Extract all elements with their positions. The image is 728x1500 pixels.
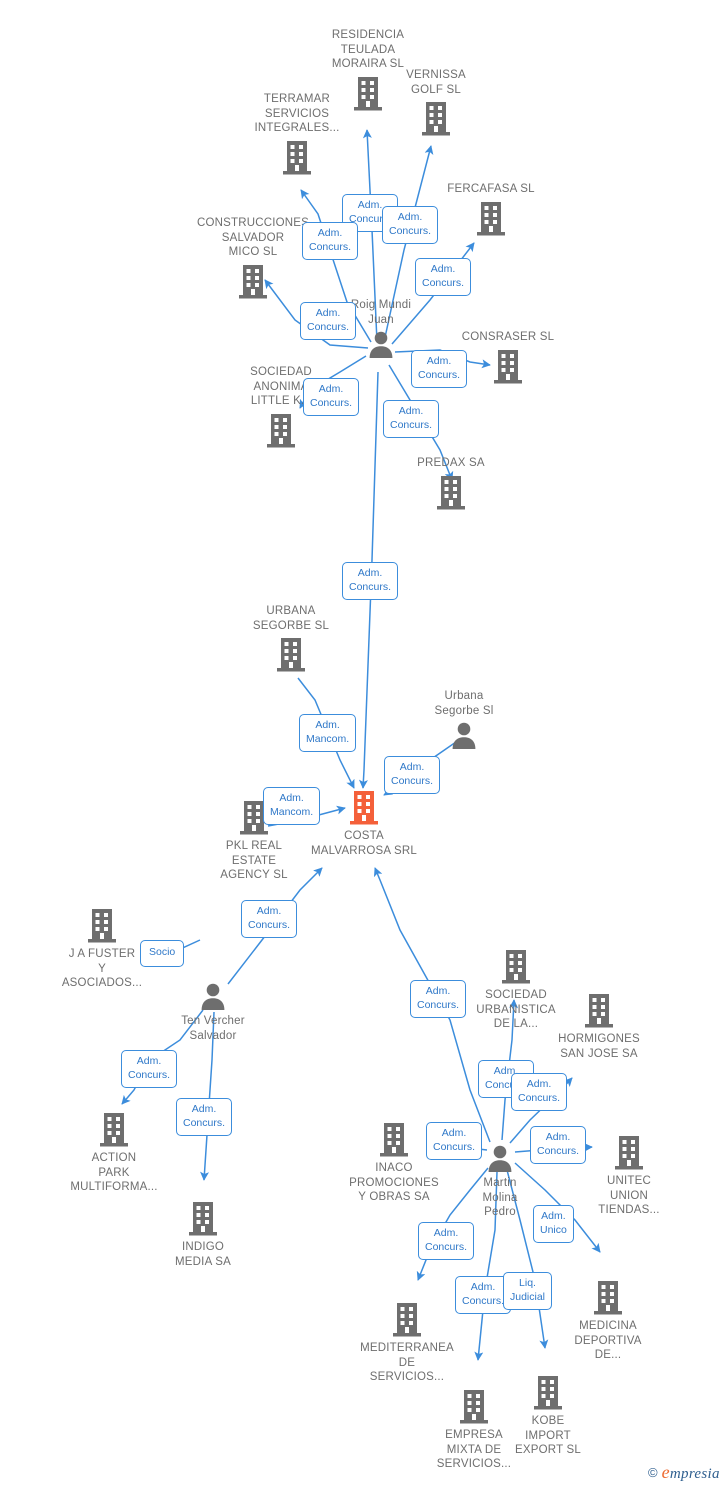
edge-label-martin-inaco[interactable]: Adm. Concurs. [426, 1122, 483, 1160]
person-icon [133, 981, 293, 1011]
edge-label-roig-vernissa[interactable]: Adm. Concurs. [382, 206, 439, 244]
node-label: MEDICINA DEPORTIVA DE... [574, 1320, 642, 1361]
node-label: TERRAMAR SERVICIOS INTEGRALES... [254, 93, 340, 134]
relationship-graph-canvas: RESIDENCIA TEULADA MORAIRA SL VERNISSA G… [0, 0, 728, 1500]
node-indigo-media-sa[interactable]: INDIGO MEDIA SA [123, 1199, 283, 1269]
node-label: Ten Vercher Salvador [181, 1015, 245, 1042]
brand-name: empresia [661, 1462, 720, 1482]
edge-label-roig-consraser[interactable]: Adm. Concurs. [411, 350, 468, 388]
node-ten-vercher-salvador[interactable]: Ten Vercher Salvador [133, 981, 293, 1043]
node-label: MEDITERRANEA DE SERVICIOS... [360, 1342, 454, 1383]
edge-label-tenvercher-action[interactable]: Adm. Concurs. [121, 1050, 178, 1088]
edge-label-roig-predax[interactable]: Adm. Concurs. [383, 400, 440, 438]
edge-label-martin-unitec[interactable]: Adm. Concurs. [530, 1126, 587, 1164]
edge-label-roig-sociedad-little[interactable]: Adm. Concurs. [303, 378, 360, 416]
node-kobe-import-export-sl[interactable]: KOBE IMPORT EXPORT SL [468, 1373, 628, 1458]
edge-label-martin-costa[interactable]: Adm. Concurs. [410, 980, 467, 1018]
node-urbana-segorbe-sl-person[interactable]: Urbana Segorbe Sl [384, 689, 544, 750]
company-building-icon [22, 906, 182, 944]
node-action-park-multiforma[interactable]: ACTION PARK MULTIFORMA... [34, 1110, 194, 1195]
node-label: HORMIGONES SAN JOSE SA [558, 1033, 640, 1060]
edge-label-roig-terramar[interactable]: Adm. Concurs. [300, 302, 357, 340]
company-building-icon [173, 262, 333, 300]
company-building-icon [468, 1373, 628, 1411]
node-label: INDIGO MEDIA SA [175, 1241, 231, 1268]
node-label: VERNISSA GOLF SL [406, 69, 466, 96]
node-label: FERCAFASA SL [447, 183, 535, 195]
watermark: © empresia [648, 1462, 720, 1483]
company-building-icon [211, 635, 371, 673]
edge-label-martin-hormigones[interactable]: Adm. Concurs. [511, 1073, 568, 1111]
edge-label-pkl-costa[interactable]: Adm. Mancom. [263, 787, 321, 825]
node-predax-sa[interactable]: PREDAX SA [371, 456, 531, 511]
edge-label-roig-costa[interactable]: Adm. Concurs. [342, 562, 399, 600]
node-vernissa-golf-sl[interactable]: VERNISSA GOLF SL [356, 68, 516, 137]
company-building-icon [123, 1199, 283, 1237]
edge-label-jafuster-tenvercher[interactable]: Socio [140, 940, 185, 967]
copyright-icon: © [648, 1465, 658, 1480]
person-icon [384, 720, 544, 750]
company-building-icon [371, 473, 531, 511]
node-urbana-segorbe-sl[interactable]: URBANA SEGORBE SL [211, 604, 371, 673]
node-hormigones-san-jose-sa[interactable]: HORMIGONES SAN JOSE SA [519, 991, 679, 1061]
edge-label-roig-fercafasa[interactable]: Adm. Concurs. [415, 258, 472, 296]
edge-label-martin-mediterranea[interactable]: Adm. Concurs. [418, 1222, 475, 1260]
company-building-icon [34, 1110, 194, 1148]
node-label: ACTION PARK MULTIFORMA... [70, 1152, 158, 1193]
node-label: KOBE IMPORT EXPORT SL [515, 1415, 581, 1456]
company-building-icon [356, 99, 516, 137]
edge-label-tenvercher-costa[interactable]: Adm. Concurs. [241, 900, 298, 938]
node-label: PREDAX SA [417, 457, 485, 469]
edge-label-martin-kobe[interactable]: Liq. Judicial [503, 1272, 553, 1310]
company-building-icon [201, 411, 361, 449]
node-label: RESIDENCIA TEULADA MORAIRA SL [331, 29, 405, 70]
company-building-icon [519, 991, 679, 1029]
brand-name-rest: mpresia [669, 1466, 720, 1482]
edge-label-urbanasegorbe-costa[interactable]: Adm. Mancom. [299, 714, 357, 752]
edge-label-martin-medicina[interactable]: Adm. Unico [533, 1205, 574, 1243]
node-label: COSTA MALVARROSA SRL [311, 830, 417, 857]
edge-label-tenvercher-indigo[interactable]: Adm. Concurs. [176, 1098, 233, 1136]
edge-label-roig-construcciones[interactable]: Adm. Concurs. [302, 222, 359, 260]
node-label: Urbana Segorbe Sl [434, 690, 494, 717]
company-building-icon [217, 138, 377, 176]
edge-label-urbanasegorbe-person-costa[interactable]: Adm. Concurs. [384, 756, 441, 794]
node-terramar-servicios-integrales[interactable]: TERRAMAR SERVICIOS INTEGRALES... [217, 92, 377, 176]
node-label: URBANA SEGORBE SL [252, 605, 330, 632]
